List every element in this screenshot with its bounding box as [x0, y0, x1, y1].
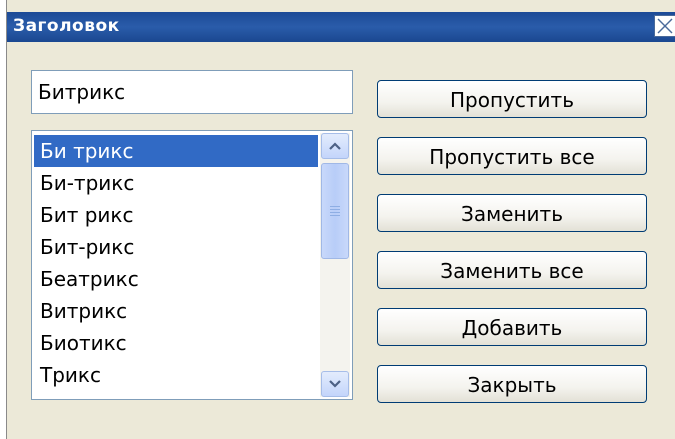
list-item[interactable]: Беатрикс — [34, 263, 318, 295]
list-item[interactable]: Бит рикс — [34, 199, 318, 231]
skip-button[interactable]: Пропустить — [377, 80, 647, 118]
list-item[interactable]: Витрикс — [34, 295, 318, 327]
list-item[interactable]: Бит-рикс — [34, 231, 318, 263]
list-item[interactable]: Би-трикс — [34, 167, 318, 199]
scroll-up-button[interactable] — [321, 133, 349, 159]
close-button[interactable]: Закрыть — [377, 365, 647, 403]
suggestions-list[interactable]: Би трикс Би-трикс Бит рикс Бит-рикс Беатрикс… — [31, 130, 353, 400]
title-bar[interactable]: Заголовок — [7, 12, 675, 42]
add-button[interactable]: Добавить — [377, 308, 647, 346]
word-input[interactable]: Битрикс — [31, 70, 353, 114]
scroll-thumb[interactable] — [321, 163, 349, 259]
close-icon[interactable] — [654, 15, 675, 37]
spellcheck-dialog: Заголовок Битрикс Би трикс Би-трикс Бит ри… — [6, 0, 675, 439]
list-item[interactable]: Би трикс — [34, 135, 318, 167]
chevron-up-icon — [329, 142, 341, 150]
window-title: Заголовок — [13, 16, 120, 36]
chevron-down-icon — [329, 380, 341, 388]
skip-all-button[interactable]: Пропустить все — [377, 137, 647, 175]
suggestions-items: Би трикс Би-трикс Бит рикс Бит-рикс Беатрикс… — [34, 135, 318, 391]
list-item[interactable]: Биотикс — [34, 327, 318, 359]
list-scrollbar[interactable] — [320, 133, 350, 397]
replace-button[interactable]: Заменить — [377, 194, 647, 232]
scroll-down-button[interactable] — [321, 371, 349, 397]
replace-all-button[interactable]: Заменить все — [377, 251, 647, 289]
grip-icon — [330, 206, 340, 216]
list-item[interactable]: Трикс — [34, 359, 318, 391]
